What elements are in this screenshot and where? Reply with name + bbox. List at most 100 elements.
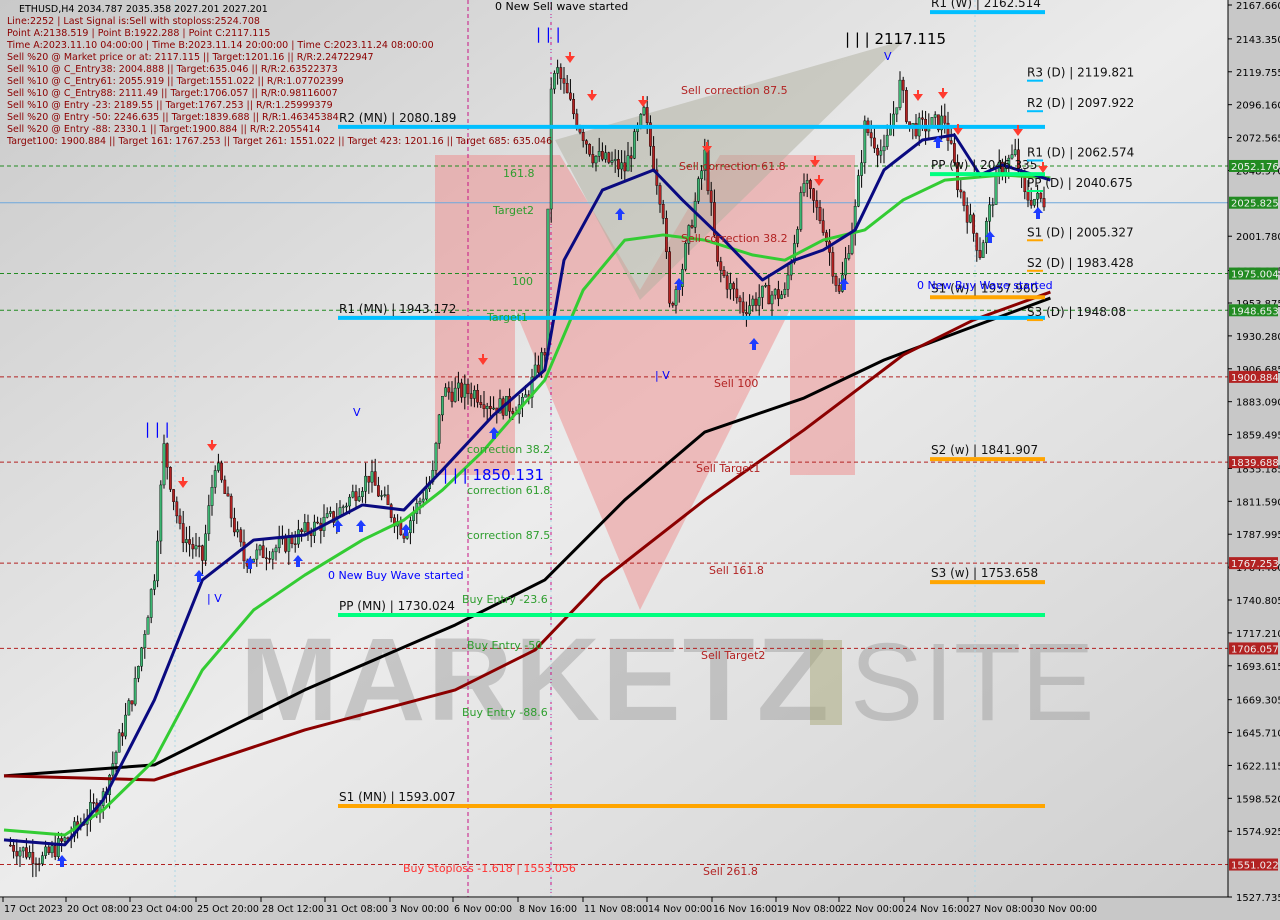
x-tick-label: 20 Oct 08:00	[67, 904, 129, 915]
candle-body	[146, 617, 150, 635]
candle-body	[943, 115, 947, 124]
candle-body	[898, 79, 902, 108]
daily-pivot-label: PP (D) | 2040.675	[1027, 176, 1133, 190]
info-line: Point A:2138.519 | Point B:1922.288 | Po…	[7, 28, 271, 39]
candle-body	[773, 289, 777, 296]
candle-body	[620, 162, 624, 170]
candle-body	[591, 154, 595, 164]
candle-body	[457, 382, 460, 389]
chart-annotation: 0 New Buy Wave started	[328, 569, 464, 582]
x-tick-label: 19 Nov 08:00	[777, 904, 841, 915]
candle-body	[671, 303, 675, 306]
candle-body	[168, 467, 172, 490]
candle-body	[463, 383, 467, 398]
x-tick-label: 16 Nov 16:00	[713, 904, 777, 915]
candle-body	[34, 863, 38, 865]
candle-body	[210, 487, 214, 506]
candle-body	[802, 183, 806, 193]
candle-body	[18, 850, 22, 857]
candle-body	[748, 305, 752, 315]
candle-body	[341, 506, 345, 509]
chart-annotation: Sell 161.8	[709, 564, 764, 577]
candle-body	[882, 146, 886, 152]
candle-body	[204, 533, 207, 561]
daily-pivot-label: R2 (D) | 2097.922	[1027, 96, 1134, 110]
candle-body	[652, 146, 656, 171]
y-tick-label: 1811.590	[1236, 497, 1280, 508]
candle-body	[885, 134, 889, 147]
watermark-bar	[810, 640, 842, 725]
candle-body	[690, 225, 694, 228]
candle-body	[389, 504, 393, 519]
candle-body	[37, 863, 41, 865]
candle-body	[63, 837, 67, 842]
candle-body	[815, 200, 819, 208]
candle-body	[41, 855, 44, 864]
candle-body	[533, 364, 537, 378]
candle-body	[805, 180, 809, 184]
candle-body	[268, 558, 271, 560]
x-tick-label: 30 Nov 00:00	[1033, 904, 1097, 915]
candle-body	[809, 180, 812, 189]
candle-body	[629, 155, 633, 159]
chart-annotation: | | | 1850.131	[443, 466, 544, 484]
candle-body	[444, 387, 447, 397]
candle-body	[975, 233, 979, 251]
candle-body	[357, 496, 361, 501]
y-tick-label: 1693.615	[1236, 662, 1280, 673]
candle-body	[681, 269, 684, 287]
candle-body	[524, 394, 528, 398]
candle-body	[207, 505, 211, 535]
candle-body	[642, 107, 646, 115]
chart-annotation: Sell 100	[714, 377, 758, 390]
candle-body	[194, 545, 198, 550]
candle-body	[364, 475, 367, 492]
candle-body	[351, 491, 355, 498]
candle-body	[44, 846, 48, 856]
candle-body	[149, 589, 153, 618]
candle-body	[136, 666, 140, 679]
candle-body	[623, 162, 627, 172]
y-tick-label: 2001.780	[1236, 232, 1280, 243]
candle-body	[181, 523, 185, 544]
pivot-label: S1 (MN) | 1593.007	[339, 790, 456, 804]
price-tag-label: 1948.653	[1231, 306, 1279, 317]
candle-body	[92, 802, 96, 804]
candle-body	[386, 494, 390, 505]
candle-body	[818, 207, 822, 221]
candle-body	[476, 390, 479, 403]
candle-body	[857, 175, 860, 207]
candle-body	[658, 185, 662, 205]
candle-body	[31, 852, 35, 864]
candle-body	[354, 491, 358, 501]
candle-body	[594, 156, 598, 164]
price-tag-label: 1551.022	[1231, 861, 1279, 872]
candle-body	[60, 838, 64, 842]
candle-body	[895, 107, 899, 115]
info-line: Sell %10 @ C_Entry88: 2111.49 || Target:…	[7, 88, 338, 99]
y-tick-label: 2072.565	[1236, 134, 1280, 145]
daily-pivot-label: S2 (D) | 1983.428	[1027, 256, 1134, 270]
price-tag-label: 1975.004	[1231, 270, 1279, 281]
candle-body	[460, 382, 463, 398]
candle-body	[581, 132, 585, 141]
candle-body	[57, 838, 60, 857]
x-tick-label: 28 Oct 12:00	[262, 904, 324, 915]
pivot-label: R1 (MN) | 1943.172	[339, 302, 456, 316]
candle-body	[152, 580, 156, 590]
candle-body	[777, 289, 780, 299]
chart-annotation: Buy Stoploss -1.618 | 1553.056	[403, 862, 576, 875]
chart-annotation: | | | 2117.115	[845, 30, 946, 48]
candle-body	[361, 491, 364, 497]
candle-body	[300, 529, 303, 532]
candle-body	[761, 285, 764, 298]
y-tick-label: 2096.160	[1236, 101, 1280, 112]
pivot-label: PP (MN) | 1730.024	[339, 599, 455, 613]
candle-body	[626, 155, 630, 172]
candle-body	[1013, 149, 1017, 155]
candle-body	[114, 752, 118, 764]
candle-body	[994, 173, 998, 205]
candle-body	[604, 152, 608, 160]
y-tick-label: 1930.280	[1236, 332, 1280, 343]
candle-body	[796, 229, 800, 244]
